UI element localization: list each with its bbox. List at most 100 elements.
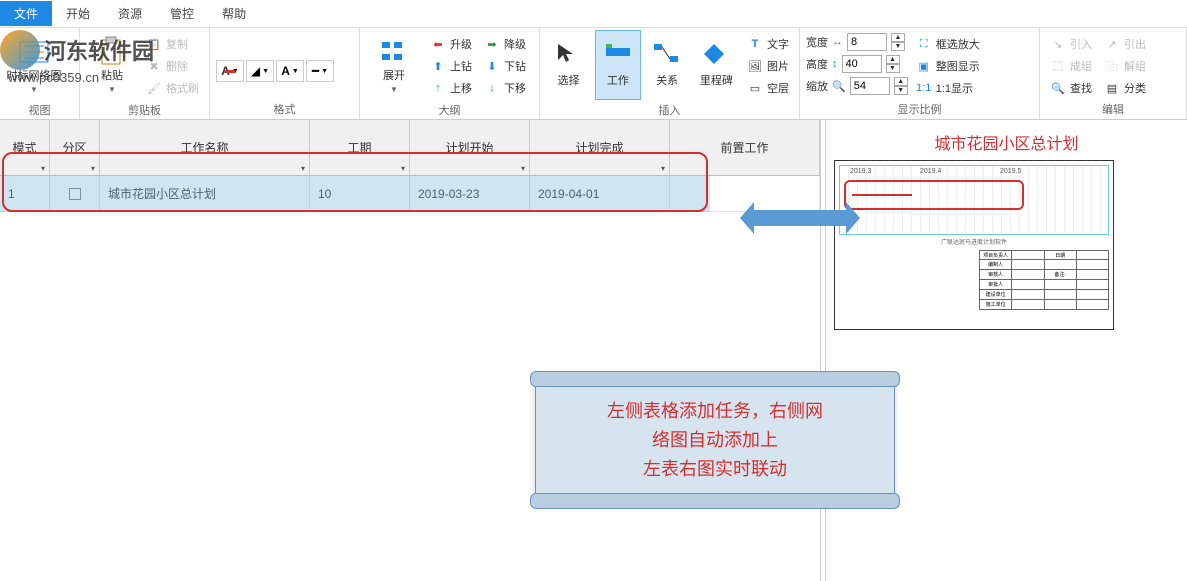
line-icon: ━: [312, 64, 319, 78]
export-icon: ↗: [1104, 36, 1120, 52]
callout-line1: 左侧表格添加任务，右侧网: [560, 397, 870, 426]
image-icon: 🖼: [747, 58, 763, 74]
menu-start[interactable]: 开始: [52, 1, 104, 26]
find-button[interactable]: 🔍查找: [1046, 78, 1096, 98]
cell-start[interactable]: 2019-03-23: [410, 176, 530, 211]
right-pane: 城市花园小区总计划 2019.3 2019.4 2019.5 广联达斑马进度计划…: [826, 120, 1187, 581]
callout-line2: 络图自动添加上: [560, 426, 870, 455]
content-area: 模式▾ 分区▾ 工作名称▾ 工期▾ 计划开始▾ 计划完成▾ 前置工作 1 城市花…: [0, 120, 1187, 581]
cell-idx: 1: [0, 176, 50, 211]
text-icon: T: [747, 36, 763, 52]
col-end[interactable]: 计划完成▾: [530, 120, 670, 175]
arrow-right-icon: ➡: [484, 36, 500, 52]
cursor-icon: [555, 42, 583, 70]
search-icon: 🔍: [1050, 80, 1066, 96]
demote-button[interactable]: ➡降级: [480, 34, 530, 54]
paste-button[interactable]: 粘贴 ▼: [86, 30, 138, 100]
layer-button[interactable]: ▭空层: [743, 78, 793, 98]
drill-down-icon: ⬇: [484, 58, 500, 74]
expand-button[interactable]: 展开 ▼: [366, 30, 422, 100]
category-button[interactable]: ▤分类: [1100, 78, 1150, 98]
font-color-button[interactable]: A▼: [216, 60, 244, 82]
group-label-format: 格式: [216, 99, 353, 119]
menu-resource[interactable]: 资源: [104, 1, 156, 26]
cell-zone[interactable]: [50, 176, 100, 211]
menu-help[interactable]: 帮助: [208, 1, 260, 26]
text-style-button[interactable]: A▼: [276, 60, 304, 82]
height-input[interactable]: [842, 55, 882, 73]
bucket-icon: ◢: [251, 64, 260, 78]
movedown-button[interactable]: ↓下移: [480, 78, 530, 98]
import-button[interactable]: ↘引入: [1046, 34, 1096, 54]
relation-icon: [653, 42, 681, 70]
select-button[interactable]: 选择: [546, 30, 591, 100]
delete-icon: ✖: [146, 58, 162, 74]
sync-arrow: [740, 198, 860, 238]
scale-input[interactable]: [850, 77, 890, 95]
grid-header: 模式▾ 分区▾ 工作名称▾ 工期▾ 计划开始▾ 计划完成▾ 前置工作: [0, 120, 820, 176]
table-row[interactable]: 1 城市花园小区总计划 10 2019-03-23 2019-04-01: [0, 176, 820, 212]
chevron-down-icon: ▼: [30, 85, 38, 94]
width-icon: ↔: [832, 36, 843, 48]
delete-button[interactable]: ✖删除: [142, 56, 203, 76]
layer-icon: ▭: [747, 80, 763, 96]
format-painter-button[interactable]: 🖌格式刷: [142, 78, 203, 98]
height-spinner[interactable]: ▲▼: [886, 55, 900, 73]
width-input[interactable]: [847, 33, 887, 51]
moveup-button[interactable]: ↑上移: [426, 78, 476, 98]
menubar: 文件 开始 资源 管控 帮助: [0, 0, 1187, 28]
group-icon: ⿴: [1050, 58, 1066, 74]
arrow-down-icon: ↓: [484, 80, 500, 96]
one-one-button[interactable]: 1:11:1显示: [912, 78, 984, 98]
milestone-button[interactable]: 里程碑: [694, 30, 739, 100]
cell-end[interactable]: 2019-04-01: [530, 176, 670, 211]
width-spinner[interactable]: ▲▼: [891, 33, 905, 51]
scale-spinner[interactable]: ▲▼: [894, 77, 908, 95]
view-network-button[interactable]: 时标网络图 ▼: [6, 30, 62, 100]
copy-icon: 📋: [146, 36, 162, 52]
work-button[interactable]: 工作: [595, 30, 640, 100]
col-duration[interactable]: 工期▾: [310, 120, 410, 175]
drillup-button[interactable]: ⬆上钻: [426, 56, 476, 76]
ungroup-button[interactable]: ⿻解组: [1100, 56, 1150, 76]
relation-button[interactable]: 关系: [645, 30, 690, 100]
cell-duration[interactable]: 10: [310, 176, 410, 211]
arrow-up-icon: ↑: [430, 80, 446, 96]
full-view-button[interactable]: ▣整图显示: [912, 56, 984, 76]
box-zoom-button[interactable]: ⛶框选放大: [912, 34, 984, 54]
fill-color-button[interactable]: ◢▼: [246, 60, 274, 82]
height-icon: ↕: [832, 58, 838, 70]
group-button[interactable]: ⿴成组: [1046, 56, 1096, 76]
menu-file[interactable]: 文件: [0, 1, 52, 26]
chevron-down-icon: ▼: [390, 85, 398, 94]
col-start[interactable]: 计划开始▾: [410, 120, 530, 175]
drilldown-button[interactable]: ⬇下钻: [480, 56, 530, 76]
brush-icon: 🖌: [146, 80, 162, 96]
col-zone[interactable]: 分区▾: [50, 120, 100, 175]
copy-button[interactable]: 📋复制: [142, 34, 203, 54]
export-button[interactable]: ↗引出: [1100, 34, 1150, 54]
left-pane: 模式▾ 分区▾ 工作名称▾ 工期▾ 计划开始▾ 计划完成▾ 前置工作 1 城市花…: [0, 120, 820, 581]
group-label-view: 视图: [6, 100, 73, 120]
expand-icon: [378, 36, 410, 68]
menu-control[interactable]: 管控: [156, 1, 208, 26]
explanation-callout: 左侧表格添加任务，右侧网 络图自动添加上 左表右图实时联动: [535, 378, 895, 502]
chevron-down-icon: ▼: [108, 85, 116, 94]
network-diagram[interactable]: 2019.3 2019.4 2019.5 广联达斑马进度计划软件 项目负责人日期…: [834, 160, 1114, 330]
line-style-button[interactable]: ━▼: [306, 60, 334, 82]
cell-name[interactable]: 城市花园小区总计划: [100, 176, 310, 211]
category-icon: ▤: [1104, 80, 1120, 96]
work-icon: [604, 42, 632, 70]
col-mode[interactable]: 模式▾: [0, 120, 50, 175]
group-label-clipboard: 剪贴板: [86, 100, 203, 120]
image-button[interactable]: 🖼图片: [743, 56, 793, 76]
col-predecessor[interactable]: 前置工作: [670, 120, 820, 175]
text-button[interactable]: T文字: [743, 34, 793, 54]
col-name[interactable]: 工作名称▾: [100, 120, 310, 175]
promote-button[interactable]: ⬅升级: [426, 34, 476, 54]
paste-icon: [96, 36, 128, 68]
checkbox-icon[interactable]: [69, 188, 81, 200]
grid-body: 1 城市花园小区总计划 10 2019-03-23 2019-04-01: [0, 176, 820, 212]
box-zoom-icon: ⛶: [916, 36, 932, 52]
zoom-icon: 🔍: [832, 80, 846, 93]
